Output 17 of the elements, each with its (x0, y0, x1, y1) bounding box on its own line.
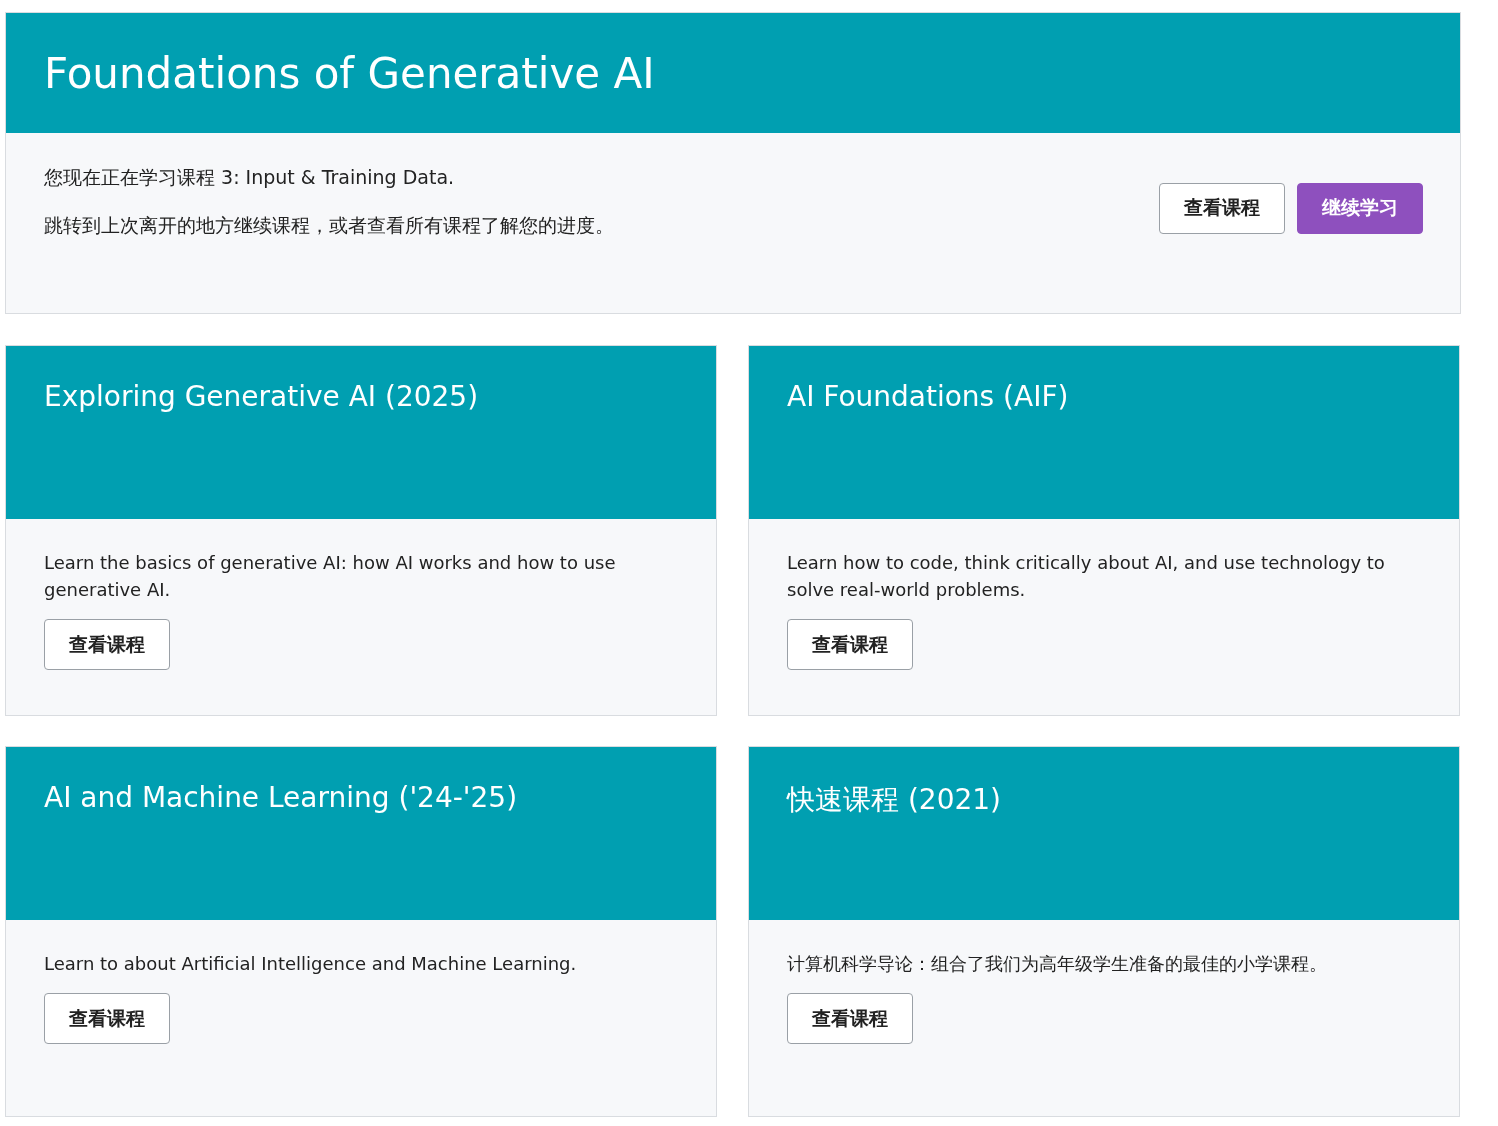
course-title: AI Foundations (AIF) (787, 380, 1069, 413)
view-course-button[interactable]: 查看课程 (787, 993, 913, 1044)
banner-title: Foundations of Generative AI (44, 48, 655, 98)
course-description: Learn the basics of generative AI: how AI works and how to use generative AI. (44, 551, 617, 602)
view-course-button[interactable]: 查看课程 (787, 619, 913, 670)
view-course-button[interactable]: 查看课程 (44, 619, 170, 670)
continue-button[interactable]: 继续学习 (1297, 182, 1423, 234)
course-title: Exploring Generative AI (2025) (44, 380, 479, 413)
course-title: AI and Machine Learning ('24-'25) (44, 781, 518, 814)
progress-text: 您现在正在学习课程 3: Input & Training Data. (44, 165, 456, 190)
course-title: 快速课程 (2021) (787, 783, 1001, 816)
course-description: Learn how to code, think critically about AI, and use technology to solve real-world problems. (787, 551, 1386, 602)
course-description: Learn to about Artificial Intelligence and Machine Learning. (44, 952, 577, 976)
progress-text: 跳转到上次离开的地方继续课程，或者查看所有课程了解您的进度。 (44, 213, 614, 238)
view-course-button[interactable]: 查看课程 (44, 993, 170, 1044)
course-description: 计算机科学导论：组合了我们为高年级学生准备的最佳的小学课程。 (787, 952, 1327, 976)
view-course-button[interactable]: 查看课程 (1159, 182, 1285, 234)
